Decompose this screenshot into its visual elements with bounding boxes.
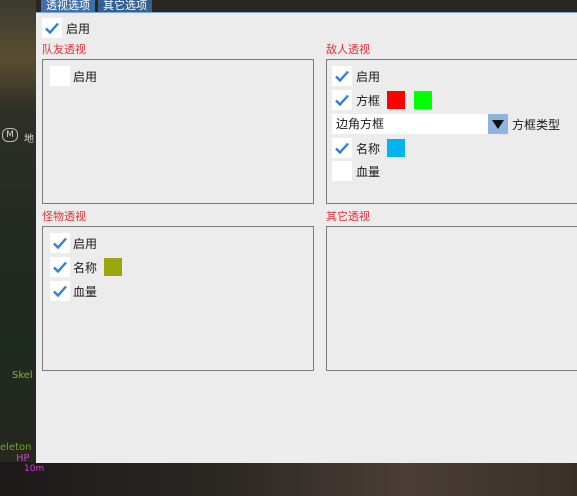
check-icon [335,94,349,107]
monster-esp-title: 怪物透视 [42,210,86,223]
name-color-swatch[interactable] [387,139,405,157]
enemy-enable-label: 启用 [356,70,381,84]
box-color-swatch-primary[interactable] [387,91,405,109]
hp-label: HP [16,453,30,464]
monster-enable-checkbox[interactable] [50,233,70,253]
check-icon [53,261,67,274]
check-icon [53,285,67,298]
enemy-name-label: 名称 [356,142,381,156]
monster-health-label: 血量 [73,285,98,299]
enemy-box-checkbox[interactable] [332,90,352,110]
box-color-swatch-secondary[interactable] [414,91,432,109]
enemy-box-label: 方框 [356,94,381,108]
team-enable-label: 启用 [73,70,98,84]
enemy-esp-title: 敌人透视 [326,43,370,56]
enemy-name-checkbox[interactable] [332,138,352,158]
enable-all-checkbox[interactable] [42,18,62,38]
check-icon [53,237,67,250]
team-enable-checkbox[interactable] [50,66,70,86]
map-label: 地 [24,134,34,145]
check-icon [335,142,349,155]
check-icon [335,70,349,83]
monster-enable-label: 启用 [73,237,98,251]
game-background [0,0,36,496]
check-icon [45,22,59,35]
tab-bar: 透视选项 其它选项 [41,0,152,12]
box-type-label: 方框类型 [512,118,561,132]
monster-name-label: 名称 [73,261,98,275]
other-esp-title: 其它透视 [326,210,370,223]
enemy-enable-checkbox[interactable] [332,66,352,86]
skeleton-label: eleton [0,442,32,453]
distance-label: 10m [24,464,45,474]
box-type-select[interactable]: 边角方框 [332,114,488,134]
map-key-icon: M [2,128,18,142]
team-esp-title: 队友透视 [42,43,86,56]
skeleton-label: Skel [12,370,33,381]
tab-other-options[interactable]: 其它选项 [98,0,152,12]
monster-health-checkbox[interactable] [50,281,70,301]
tab-esp-options[interactable]: 透视选项 [41,0,95,12]
enemy-health-checkbox[interactable] [332,161,352,181]
chevron-down-icon[interactable] [488,114,508,134]
other-esp-group [326,226,577,371]
game-background-bottom [0,462,577,496]
enable-all-label: 启用 [66,22,91,36]
enemy-health-label: 血量 [356,165,381,179]
monster-name-checkbox[interactable] [50,257,70,277]
monster-name-color-swatch[interactable] [104,258,122,276]
